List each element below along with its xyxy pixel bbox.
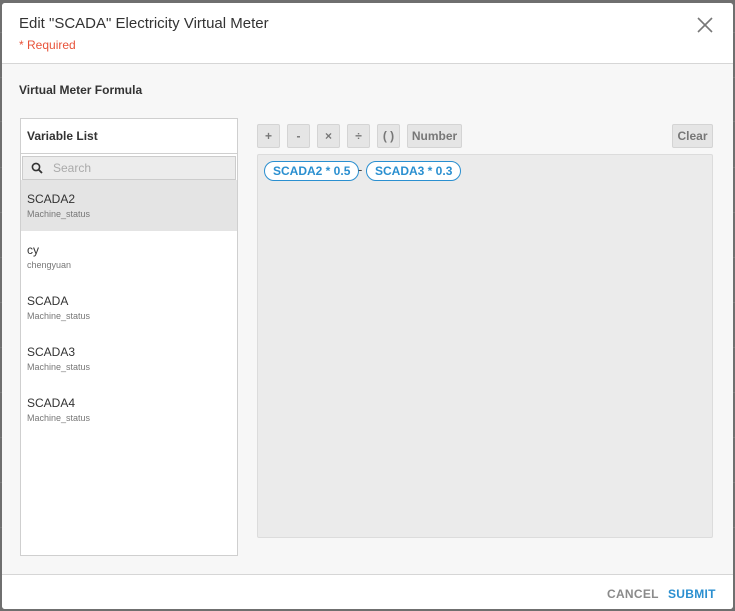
- plus-button[interactable]: +: [257, 124, 280, 148]
- close-icon: [697, 17, 713, 33]
- variable-subtitle: Machine_status: [27, 311, 91, 321]
- search-icon: [31, 162, 43, 174]
- number-button[interactable]: Number: [407, 124, 462, 148]
- dialog-header: Edit "SCADA" Electricity Virtual Meter *…: [2, 3, 733, 64]
- variable-list: SCADA2 Machine_status cy chengyuan SCADA…: [21, 180, 237, 435]
- submit-button[interactable]: SUBMIT: [668, 587, 716, 601]
- multiply-button[interactable]: ×: [317, 124, 340, 148]
- dialog-footer: CANCEL SUBMIT: [2, 574, 733, 609]
- edit-virtual-meter-dialog: Edit "SCADA" Electricity Virtual Meter *…: [2, 3, 733, 609]
- search-input[interactable]: [53, 157, 223, 179]
- variable-subtitle: Machine_status: [27, 413, 91, 423]
- required-note: * Required: [19, 38, 76, 52]
- variable-list-title: Variable List: [21, 119, 237, 154]
- search-box: [22, 156, 236, 180]
- list-item[interactable]: SCADA Machine_status: [21, 282, 237, 333]
- variable-subtitle: Machine_status: [27, 209, 91, 219]
- cancel-button[interactable]: CANCEL: [607, 587, 659, 601]
- variable-name: SCADA4: [27, 396, 76, 410]
- list-item[interactable]: SCADA4 Machine_status: [21, 384, 237, 435]
- formula-toolbar: + - × ÷ ( ) Number Clear: [257, 124, 713, 148]
- formula-section-label: Virtual Meter Formula: [19, 83, 143, 97]
- list-item[interactable]: cy chengyuan: [21, 231, 237, 282]
- variable-name: SCADA3: [27, 345, 76, 359]
- formula-operator: -: [358, 162, 363, 177]
- parentheses-button[interactable]: ( ): [377, 124, 400, 148]
- formula-token[interactable]: SCADA2 * 0.5: [264, 161, 360, 181]
- minus-button[interactable]: -: [287, 124, 310, 148]
- clear-button[interactable]: Clear: [672, 124, 713, 148]
- variable-subtitle: Machine_status: [27, 362, 91, 372]
- list-item[interactable]: SCADA3 Machine_status: [21, 333, 237, 384]
- variable-list-panel: Variable List SCADA2 Machine_status cy c…: [20, 118, 238, 556]
- list-item[interactable]: SCADA2 Machine_status: [21, 180, 237, 231]
- close-button[interactable]: [695, 15, 715, 35]
- variable-subtitle: chengyuan: [27, 260, 72, 270]
- variable-name: SCADA2: [27, 192, 76, 206]
- formula-token[interactable]: SCADA3 * 0.3: [366, 161, 462, 181]
- variable-name: cy: [27, 243, 39, 257]
- formula-editor[interactable]: SCADA2 * 0.5 - SCADA3 * 0.3: [257, 154, 713, 538]
- divide-button[interactable]: ÷: [347, 124, 370, 148]
- variable-name: SCADA: [27, 294, 69, 308]
- dialog-title: Edit "SCADA" Electricity Virtual Meter: [19, 15, 269, 32]
